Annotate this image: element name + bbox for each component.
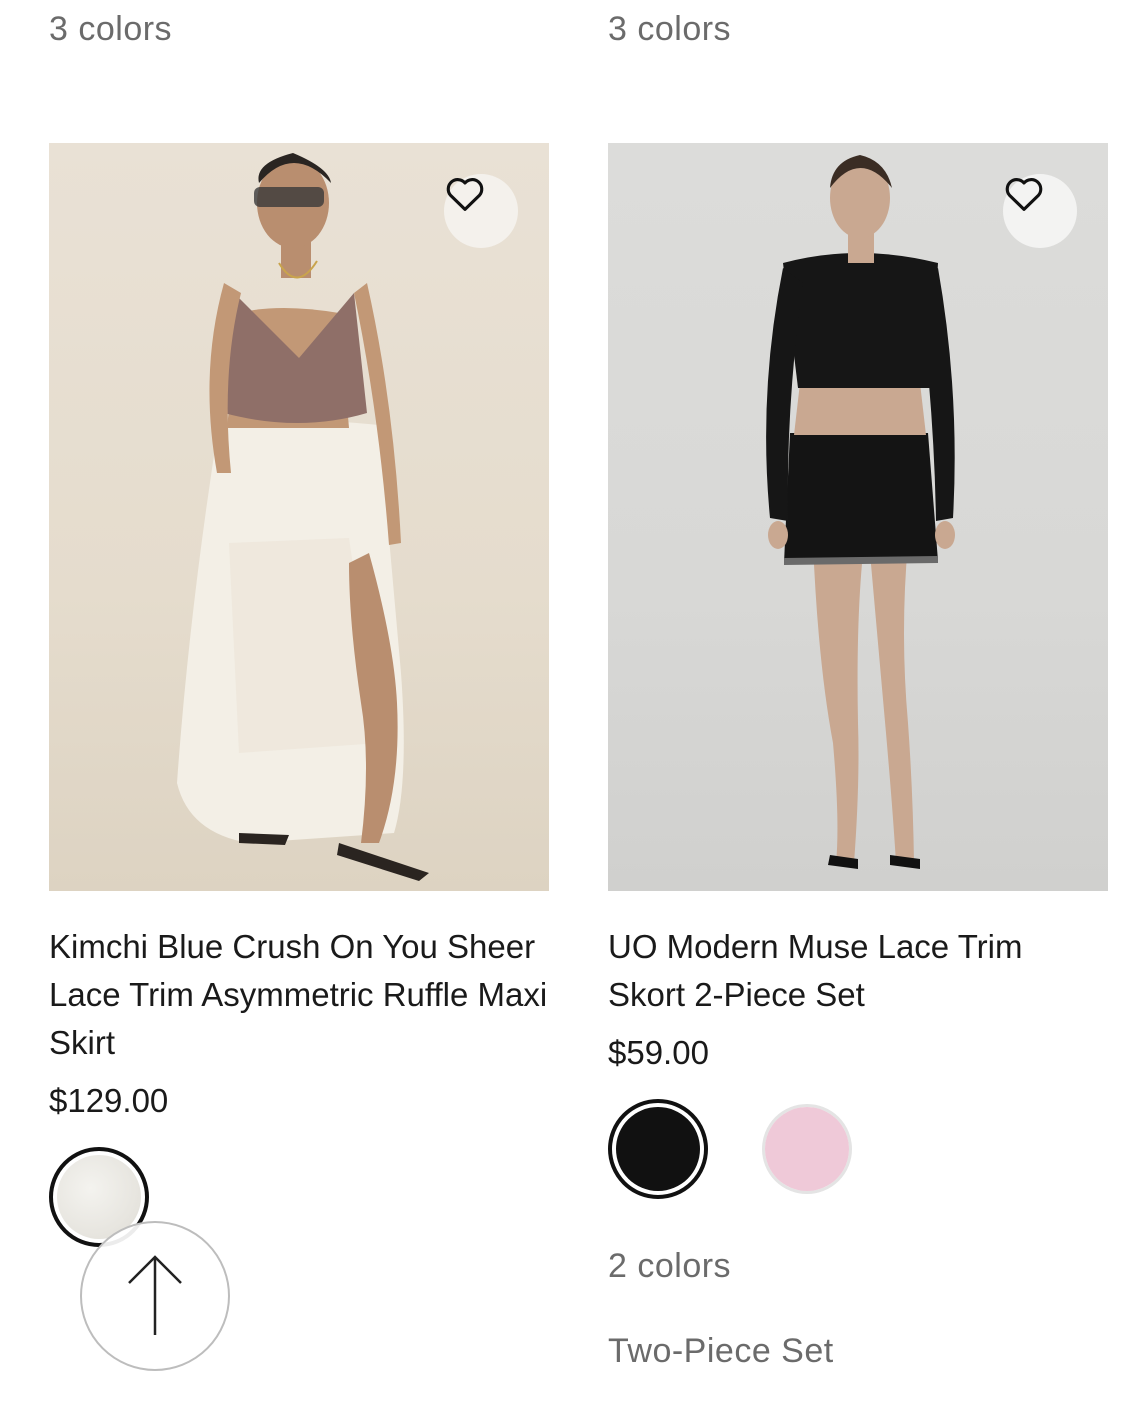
swatch-black[interactable] <box>608 1099 708 1199</box>
product-image[interactable] <box>49 143 549 891</box>
heart-outline-icon <box>446 178 484 211</box>
product-price: $59.00 <box>608 1034 709 1071</box>
scroll-to-top-button[interactable] <box>80 1221 230 1371</box>
color-count-previous-right: 3 colors <box>608 10 732 48</box>
product-image[interactable] <box>608 143 1108 891</box>
color-count: 2 colors <box>608 1247 732 1285</box>
arrow-up-icon <box>128 1255 182 1335</box>
swatch-pink[interactable] <box>762 1104 852 1194</box>
color-swatches <box>608 1095 1108 1203</box>
heart-outline-icon <box>1005 178 1043 211</box>
swatch-fill <box>765 1107 849 1191</box>
model-photo-illustration <box>766 155 955 869</box>
product-card-skort-set[interactable]: UO Modern Muse Lace Trim Skort 2-Piece S… <box>608 143 1108 1371</box>
product-title[interactable]: UO Modern Muse Lace Trim Skort 2-Piece S… <box>608 923 1108 1019</box>
color-count-previous-left: 3 colors <box>49 10 173 48</box>
product-category: Two-Piece Set <box>608 1332 834 1370</box>
favorite-button[interactable] <box>1003 174 1077 248</box>
model-photo-illustration <box>177 153 429 881</box>
product-title[interactable]: Kimchi Blue Crush On You Sheer Lace Trim… <box>49 923 549 1067</box>
product-card-maxi-skirt[interactable]: Kimchi Blue Crush On You Sheer Lace Trim… <box>49 143 549 1251</box>
favorite-button[interactable] <box>444 174 518 248</box>
product-price: $129.00 <box>49 1082 169 1119</box>
swatch-fill <box>616 1107 700 1191</box>
